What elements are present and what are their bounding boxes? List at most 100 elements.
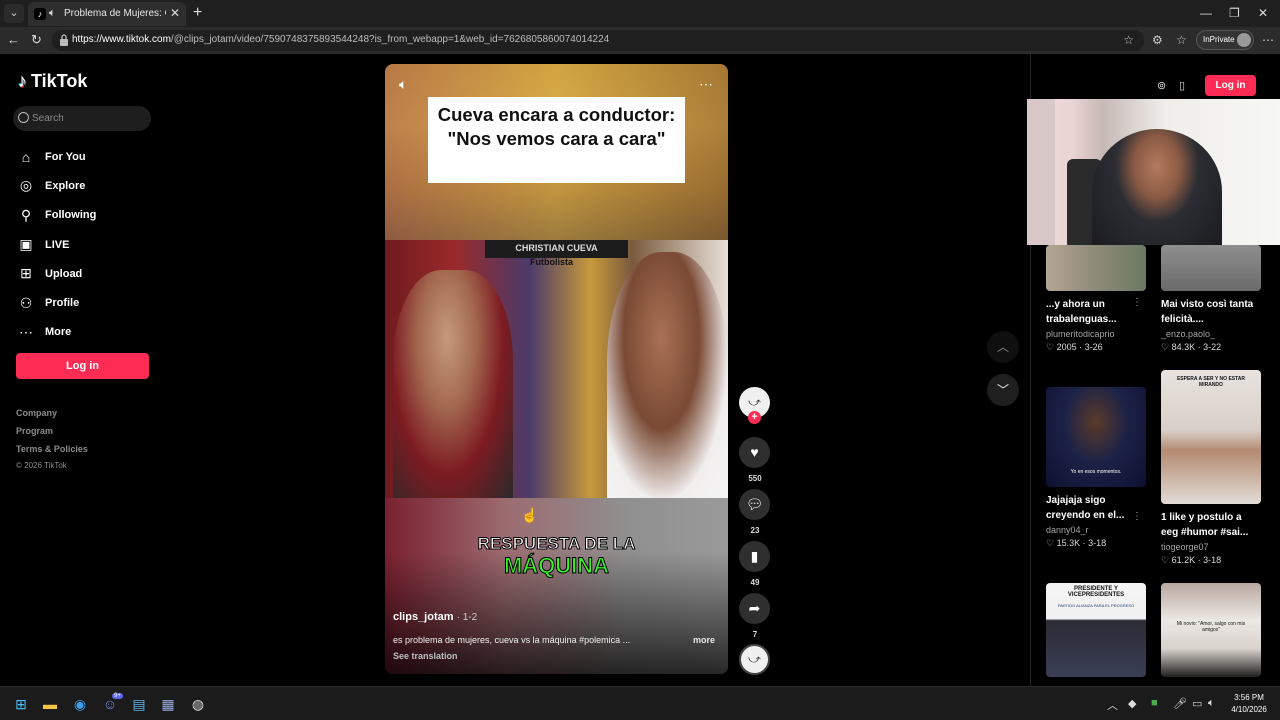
card-more-icon[interactable]: ⋮ — [1132, 297, 1142, 308]
close-window-icon[interactable]: ✕ — [1258, 6, 1268, 20]
search-input[interactable] — [32, 109, 142, 128]
device-icon[interactable]: ▯ — [1179, 79, 1185, 92]
video-player[interactable]: Cueva encara a conductor: "Nos vemos car… — [385, 64, 728, 674]
comment-button[interactable]: 💬︎ — [739, 489, 770, 520]
tray-app-icon[interactable]: ◆ — [1128, 697, 1136, 710]
system-clock[interactable]: 3:56 PM 4/10/2026 — [1224, 692, 1274, 716]
video-card[interactable]: ...y ahora un trabalenguas... ⋮ plumerit… — [1046, 245, 1146, 353]
video-thumbnail[interactable]: ESPERA A SER Y NO ESTAR MIRANDO — [1161, 370, 1261, 504]
speaker-icon[interactable]: 🔈︎ — [49, 7, 56, 20]
card-user[interactable]: plumeritodicaprio — [1046, 329, 1146, 339]
person-left-figure — [393, 270, 513, 498]
webcam-person — [1092, 129, 1222, 245]
comment-icon: 💬︎ — [745, 496, 764, 512]
sidebar-item-upload[interactable]: ⊞ Upload — [16, 259, 96, 288]
copyright: © 2026 TikTok — [16, 461, 67, 470]
home-icon: ⌂ — [21, 148, 31, 165]
like-button[interactable]: ♥ — [739, 437, 770, 468]
maximize-icon[interactable]: ❐ — [1229, 6, 1240, 20]
next-video-button[interactable]: ﹀ — [987, 374, 1019, 406]
volume-tray-icon[interactable]: 🔈︎ — [1208, 697, 1215, 710]
video-author[interactable]: clips_jotam · 1-2 — [393, 611, 477, 623]
footer-link-terms[interactable]: Terms & Policies — [16, 444, 88, 462]
description-more-link[interactable]: more — [693, 635, 715, 645]
video-thumbnail[interactable] — [1046, 245, 1146, 291]
active-tab[interactable]: ♪ 🔈︎ Problema de Mujeres: Cueva ✕ — [28, 2, 186, 26]
tiktok-logo[interactable]: ♪ TikTok — [18, 71, 87, 92]
sidebar-login-button[interactable]: Log in — [16, 353, 149, 379]
lock-icon — [60, 34, 68, 46]
calculator-icon[interactable]: ▦ — [159, 695, 177, 713]
music-disc-icon[interactable]: ⤻ — [739, 644, 770, 675]
card-title[interactable]: ...y ahora un trabalenguas... — [1046, 297, 1146, 327]
card-user[interactable]: danny04_r — [1046, 525, 1146, 535]
windows-start-icon[interactable]: ⊞ — [12, 695, 30, 713]
video-card[interactable]: Mi novio: "Amor, salgo con mis amigos" — [1161, 583, 1261, 677]
obs-recording-icon[interactable]: ◍ — [189, 695, 207, 713]
video-card[interactable]: Mai visto così tanta felicità.... _enzo.… — [1161, 245, 1261, 353]
video-frame: CHRISTIAN CUEVA Futbolista — [385, 240, 728, 498]
extensions-icon[interactable]: ⚙ — [1152, 33, 1163, 47]
back-icon[interactable]: ← — [7, 32, 20, 47]
sidebar-item-label: Explore — [45, 179, 86, 192]
card-user[interactable]: _enzo.paolo_ — [1161, 329, 1261, 339]
header-login-button[interactable]: Log in — [1205, 75, 1256, 96]
video-thumbnail[interactable]: Yo en esos momentos. — [1046, 387, 1146, 487]
author-name[interactable]: clips_jotam — [393, 611, 454, 623]
sidebar-item-explore[interactable]: ◎ Explore — [16, 171, 96, 200]
card-user[interactable]: tiogeorge07 — [1161, 542, 1261, 552]
video-thumbnail[interactable]: PRESIDENTE Y VICEPRESIDENTES PARTIDO ALI… — [1046, 583, 1146, 677]
video-card[interactable]: Yo en esos momentos. Jajajaja sigo creye… — [1046, 387, 1146, 549]
microphone-icon[interactable]: 🎤︎ — [1173, 697, 1187, 710]
favorite-star-icon[interactable]: ☆ — [1123, 33, 1134, 47]
save-button[interactable]: ▮ — [739, 541, 770, 572]
sidebar-item-label: More — [45, 326, 72, 339]
notepad-icon[interactable]: ▤ — [130, 695, 148, 713]
chevron-up-icon[interactable]: ︿ — [1107, 697, 1118, 713]
share-button[interactable]: ➦ — [739, 593, 770, 624]
tray-nvidia-icon[interactable]: ■ — [1151, 697, 1158, 709]
sidebar-item-label: Following — [45, 209, 97, 222]
favorites-icon[interactable]: ☆ — [1176, 33, 1187, 47]
see-translation-link[interactable]: See translation — [393, 651, 458, 661]
url-field[interactable]: https://www.tiktok.com/@clips_jotam/vide… — [52, 30, 1144, 51]
card-title[interactable]: Mai visto così tanta felicità.... — [1161, 297, 1261, 327]
video-card[interactable]: PRESIDENTE Y VICEPRESIDENTES PARTIDO ALI… — [1046, 583, 1146, 677]
volume-icon[interactable]: 🔈︎ — [399, 76, 407, 93]
video-thumbnail[interactable]: Mi novio: "Amor, salgo con mis amigos" — [1161, 583, 1261, 677]
sidebar-item-following[interactable]: ⚲ Following — [16, 201, 96, 230]
sidebar-item-more[interactable]: ⋯ More — [16, 318, 96, 347]
file-explorer-icon[interactable]: ▬ — [41, 695, 59, 713]
follow-plus-icon[interactable]: + — [748, 411, 761, 424]
close-tab-icon[interactable]: ✕ — [170, 6, 180, 20]
footer-link-program[interactable]: Program — [16, 426, 88, 444]
previous-video-button[interactable]: ︿ — [987, 331, 1019, 363]
footer-link-company[interactable]: Company — [16, 408, 88, 426]
video-card[interactable]: ESPERA A SER Y NO ESTAR MIRANDO 1 like y… — [1161, 370, 1261, 566]
chevron-up-icon: ︿ — [996, 340, 1009, 354]
network-icon[interactable]: ▭ — [1192, 697, 1202, 710]
video-more-options-icon[interactable]: ⋯ — [699, 76, 714, 93]
following-icon: ⚲ — [20, 206, 32, 223]
browser-menu-icon[interactable]: ⋯ — [1262, 33, 1274, 47]
sidebar-item-for-you[interactable]: ⌂ For You — [16, 142, 96, 171]
more-icon: ⋯ — [19, 323, 33, 340]
new-tab-button[interactable]: + — [193, 4, 202, 22]
inprivate-badge[interactable]: InPrivate — [1196, 30, 1254, 50]
minimize-icon[interactable]: — — [1200, 6, 1212, 20]
card-title[interactable]: Jajajaja sigo creyendo en el... — [1046, 493, 1134, 523]
webcam-overlay — [1027, 99, 1280, 245]
tab-actions-menu-icon[interactable]: ⌄ — [4, 4, 24, 23]
refresh-icon[interactable]: ↻ — [31, 32, 42, 48]
sidebar-item-profile[interactable]: ⚇ Profile — [16, 288, 96, 317]
notification-badge: 9+ — [112, 693, 123, 699]
card-title[interactable]: 1 like y postulo a eeg #humor #sai... — [1161, 510, 1261, 540]
coin-icon[interactable]: ⊚ — [1157, 79, 1166, 92]
sidebar-item-live[interactable]: ▣ LIVE — [16, 230, 96, 259]
edge-browser-icon[interactable]: ◉ — [71, 695, 89, 713]
caption-line-1: RESPUESTA DE LA — [477, 534, 636, 554]
video-thumbnail[interactable] — [1161, 245, 1261, 291]
search-box[interactable] — [13, 106, 151, 131]
card-more-icon[interactable]: ⋮ — [1132, 511, 1142, 522]
save-count: 49 — [750, 578, 760, 587]
